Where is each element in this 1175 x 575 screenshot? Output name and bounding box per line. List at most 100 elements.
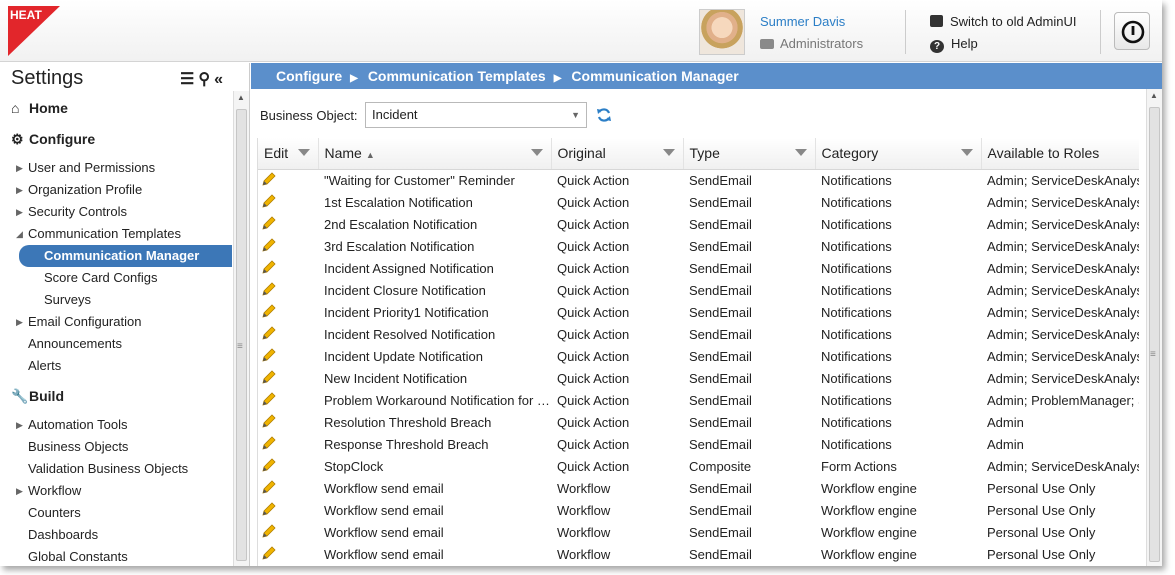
column-header-original[interactable]: Original xyxy=(551,138,684,170)
sidebar-section-home[interactable]: ⌂ Home xyxy=(0,95,232,126)
sidebar-item-user-permissions[interactable]: ▶ User and Permissions xyxy=(0,157,232,179)
sidebar-item-global-constants[interactable]: Global Constants xyxy=(0,546,232,566)
type-cell: SendEmail xyxy=(689,216,752,232)
pencil-icon[interactable] xyxy=(261,457,277,476)
column-header-name[interactable]: Name ▲ xyxy=(318,138,552,170)
breadcrumb-item[interactable]: Communication Templates xyxy=(368,68,546,84)
pencil-icon[interactable] xyxy=(261,545,277,564)
sidebar-item-communication-templates[interactable]: ◢ Communication Templates xyxy=(0,223,232,245)
roles-cell: Admin; ServiceDeskAnalyst xyxy=(987,282,1139,298)
sidebar-section-build[interactable]: 🔧Build xyxy=(0,383,232,414)
scroll-thumb[interactable] xyxy=(236,109,247,561)
pencil-icon[interactable] xyxy=(261,479,277,498)
table-row[interactable]: Problem Workaround Notification for Inci… xyxy=(258,389,1139,411)
logout-button[interactable] xyxy=(1114,12,1150,50)
table-row[interactable]: Incident Resolved Notification Quick Acti… xyxy=(258,323,1139,345)
switch-admin-link[interactable]: Switch to old AdminUI xyxy=(930,14,1076,29)
sidebar-item-label: Business Objects xyxy=(28,439,129,454)
table-row[interactable]: Incident Priority1 Notification Quick Act… xyxy=(258,301,1139,323)
table-row[interactable]: Resolution Threshold Breach Quick Action S… xyxy=(258,411,1139,433)
pencil-icon[interactable] xyxy=(261,523,277,542)
pencil-icon[interactable] xyxy=(261,237,277,256)
sidebar-item-score-card-configs[interactable]: Score Card Configs xyxy=(0,267,232,289)
sidebar-item-email-configuration[interactable]: ▶ Email Configuration xyxy=(0,311,232,333)
sidebar-item-workflow[interactable]: ▶ Workflow xyxy=(0,480,232,502)
business-object-label: Business Object: xyxy=(260,108,358,123)
sidebar-item-automation-tools[interactable]: ▶ Automation Tools xyxy=(0,414,232,436)
sidebar-item-dashboards[interactable]: Dashboards xyxy=(0,524,232,546)
column-header-edit[interactable]: Edit xyxy=(258,138,319,170)
grid-scrollbar[interactable]: ▲ ≡ xyxy=(1146,89,1162,566)
column-label: Edit xyxy=(264,145,289,162)
sidebar-item-business-objects[interactable]: Business Objects xyxy=(0,436,232,458)
sidebar-item-validation-business-objects[interactable]: Validation Business Objects xyxy=(0,458,232,480)
edit-cell xyxy=(258,301,318,323)
name-cell: Incident Resolved Notification xyxy=(324,326,496,342)
sidebar-item-surveys[interactable]: Surveys xyxy=(0,289,232,311)
scroll-up-icon[interactable]: ▲ xyxy=(237,93,245,102)
pencil-icon[interactable] xyxy=(261,303,277,322)
table-row[interactable]: Workflow send email Workflow SendEmail Work… xyxy=(258,499,1139,521)
sidebar-item-counters[interactable]: Counters xyxy=(0,502,232,524)
table-row[interactable]: "Waiting for Customer" Reminder Quick Act… xyxy=(258,169,1139,191)
pencil-icon[interactable] xyxy=(261,193,277,212)
sidebar-section-configure[interactable]: ⚙ Configure xyxy=(0,126,232,157)
home-icon: ⌂ xyxy=(11,100,20,116)
expand-icon: ▶ xyxy=(16,317,23,327)
sidebar-item-communication-manager[interactable]: Communication Manager xyxy=(19,245,232,267)
pencil-icon[interactable] xyxy=(261,413,277,432)
filter-icon[interactable] xyxy=(297,149,310,156)
sidebar-item-organization-profile[interactable]: ▶ Organization Profile xyxy=(0,179,232,201)
pencil-icon[interactable] xyxy=(261,325,277,344)
sidebar-scrollbar[interactable]: ▲ ≡ xyxy=(233,91,249,566)
column-header-category[interactable]: Category xyxy=(815,138,982,170)
category-cell: Notifications xyxy=(821,370,892,386)
pencil-icon[interactable] xyxy=(261,259,277,278)
filter-icon[interactable] xyxy=(794,149,807,156)
table-row[interactable]: StopClock Quick Action Composite Form Actio… xyxy=(258,455,1139,477)
table-row[interactable]: Incident Closure Notification Quick Actio… xyxy=(258,279,1139,301)
pencil-icon[interactable] xyxy=(261,391,277,410)
column-header-roles[interactable]: Available to Roles xyxy=(981,138,1139,170)
pencil-icon[interactable] xyxy=(261,435,277,454)
breadcrumb-item[interactable]: Configure xyxy=(276,68,342,84)
collapse-icon[interactable]: « xyxy=(214,71,227,88)
table-row[interactable]: Incident Update Notification Quick Action… xyxy=(258,345,1139,367)
sidebar-item-security-controls[interactable]: ▶ Security Controls xyxy=(0,201,232,223)
table-row[interactable]: New Incident Notification Quick Action Sen… xyxy=(258,367,1139,389)
help-link[interactable]: ? Help xyxy=(930,36,978,53)
sidebar-item-alerts[interactable]: Alerts xyxy=(0,355,232,377)
edit-cell xyxy=(258,367,318,389)
scroll-thumb[interactable] xyxy=(1149,107,1160,562)
table-row[interactable]: 1st Escalation Notification Quick Action S… xyxy=(258,191,1139,213)
table-row[interactable]: Response Threshold Breach Quick Action Sen… xyxy=(258,433,1139,455)
sidebar-item-announcements[interactable]: Announcements xyxy=(0,333,232,355)
scroll-up-icon[interactable]: ▲ xyxy=(1150,91,1158,100)
pencil-icon[interactable] xyxy=(261,501,277,520)
user-role[interactable]: Administrators xyxy=(760,36,863,51)
table-row[interactable]: 3rd Escalation Notification Quick Action S… xyxy=(258,235,1139,257)
filter-icon[interactable] xyxy=(662,149,675,156)
table-row[interactable]: Workflow send email Workflow SendEmail Work… xyxy=(258,521,1139,543)
expand-icon: ▶ xyxy=(16,163,23,173)
refresh-icon[interactable] xyxy=(596,107,612,123)
pencil-icon[interactable] xyxy=(261,172,277,190)
pencil-icon[interactable] xyxy=(261,347,277,366)
filter-icon[interactable] xyxy=(530,149,543,156)
business-object-select[interactable]: Incident ▼ xyxy=(365,102,587,128)
user-name-link[interactable]: Summer Davis xyxy=(760,14,845,29)
table-row[interactable]: Incident Assigned Notification Quick Acti… xyxy=(258,257,1139,279)
search-icon[interactable]: ⚲ xyxy=(198,71,214,88)
pencil-icon[interactable] xyxy=(261,215,277,234)
collapse-tree-icon: ◢ xyxy=(16,229,23,239)
table-row[interactable]: Workflow send email Workflow SendEmail Work… xyxy=(258,543,1139,565)
table-row[interactable]: 2nd Escalation Notification Quick Action S… xyxy=(258,213,1139,235)
pencil-icon[interactable] xyxy=(261,281,277,300)
grip-icon: ≡ xyxy=(1150,349,1156,360)
filter-icon[interactable] xyxy=(960,149,973,156)
table-row[interactable]: Workflow send email Workflow SendEmail Work… xyxy=(258,477,1139,499)
user-avatar[interactable] xyxy=(699,9,745,55)
pencil-icon[interactable] xyxy=(261,369,277,388)
column-header-type[interactable]: Type xyxy=(683,138,816,170)
tree-menu-icon[interactable]: ☰ xyxy=(180,71,198,88)
